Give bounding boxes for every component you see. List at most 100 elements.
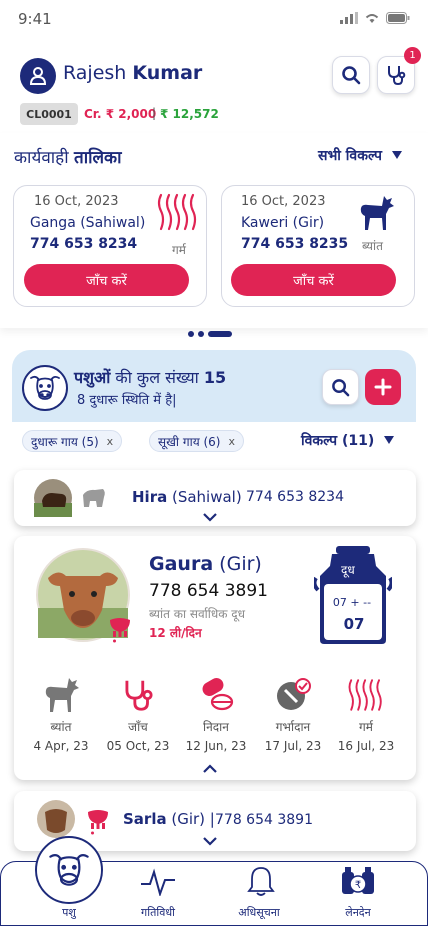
activity-icon[interactable]: [140, 868, 176, 896]
action-table-title: कार्यवाही तालिका: [14, 145, 122, 168]
animal-breed: (Gir): [166, 810, 206, 828]
options-dropdown[interactable]: विकल्प (11): [301, 431, 395, 450]
stat-date: 16 Jul, 23: [337, 739, 395, 753]
all-options-dropdown[interactable]: सभी विकल्प: [318, 146, 403, 165]
cow-face-icon: [30, 375, 60, 400]
filter-chip[interactable]: दुधारू गाय (5) x: [22, 430, 123, 452]
action-card-date: 16 Oct, 2023: [34, 194, 119, 209]
animal-name-sarla: Sarla (Gir) |: [123, 810, 215, 828]
check-button[interactable]: जाँच करें: [24, 264, 189, 296]
all-options-label: सभी विकल्प: [318, 148, 382, 164]
animal-photo-hira: [34, 479, 72, 517]
milk-can-label: दूध: [341, 563, 355, 577]
action-card-phone: 774 653 8234: [30, 236, 138, 252]
user-first-name: Rajesh: [63, 62, 127, 84]
user-last-name: Kumar: [132, 62, 203, 84]
action-title-part1: कार्यवाही: [14, 148, 69, 168]
animal-breed: (Sahiwal): [167, 488, 242, 506]
animal-name: Gaura: [149, 553, 214, 575]
nav-activity-label[interactable]: गतिविधी: [118, 905, 198, 920]
filter-chip-remove[interactable]: x: [229, 435, 236, 448]
check-button[interactable]: जाँच करें: [231, 264, 396, 296]
heat-icon: [157, 193, 197, 231]
insemination-icon: [277, 678, 311, 710]
carousel-dots[interactable]: [188, 331, 232, 337]
bell-icon[interactable]: [246, 865, 276, 897]
milk-udder-icon: [88, 810, 108, 835]
milk-can-total: 07: [343, 615, 365, 633]
action-title-part2: तालिका: [74, 148, 122, 168]
stat-diagnosis[interactable]: निदान 12 Jun, 23: [177, 676, 255, 753]
stat-label: निदान: [203, 720, 229, 734]
status-bar: 9:41: [0, 0, 428, 40]
animal-name: Sarla: [123, 810, 167, 828]
animal-breed: (Gir): [213, 553, 262, 575]
heat-icon: [348, 679, 382, 711]
calf-icon: [45, 678, 79, 712]
carousel-dot[interactable]: [188, 331, 194, 337]
filter-chip-label: दुधारू गाय (5): [31, 434, 99, 449]
milk-can-breakdown: 07 + --: [332, 596, 372, 609]
herd-cow-avatar: [22, 365, 68, 411]
stat-calving[interactable]: ब्यांत 4 Apr, 23: [22, 676, 100, 753]
stat-date: 05 Oct, 23: [106, 739, 170, 753]
status-time: 9:41: [18, 10, 52, 28]
herd-total-part2: की कुल संख्या: [110, 368, 204, 387]
peak-milk-label: ब्यांत का सर्वाधिक दूध: [149, 607, 246, 621]
stat-date: 12 Jun, 23: [185, 739, 247, 753]
svg-text:₹: ₹: [355, 880, 361, 891]
stat-date: 17 Jul, 23: [264, 739, 322, 753]
stethoscope-icon: [125, 680, 153, 711]
filter-chip-remove[interactable]: x: [107, 435, 114, 448]
header-separator: |: [152, 106, 157, 120]
balance-amount: ₹ 12,572: [160, 107, 219, 121]
animal-name: Hira: [132, 488, 168, 506]
chevron-down-icon[interactable]: [202, 512, 218, 522]
options-label: विकल्प (11): [301, 433, 375, 449]
herd-total-text: पशुओं की कुल संख्या 15: [74, 366, 226, 388]
user-avatar[interactable]: [20, 58, 56, 94]
search-button[interactable]: [332, 56, 370, 94]
nav-transaction-label[interactable]: लेनदेन: [318, 905, 398, 920]
stat-label: जाँच: [128, 720, 148, 734]
user-icon: [29, 67, 47, 85]
chevron-up-icon[interactable]: [202, 764, 218, 774]
animal-phone: 778 654 3891: [215, 812, 313, 828]
milk-transaction-icon[interactable]: ₹: [339, 864, 377, 898]
action-card-date: 16 Oct, 2023: [241, 194, 326, 209]
animal-name-gaura: Gaura (Gir): [149, 553, 262, 575]
herd-search-button[interactable]: [322, 369, 359, 405]
filter-chip-label: सूखी गाय (6): [158, 434, 221, 449]
nav-notification-label[interactable]: अधिसूचना: [219, 905, 299, 920]
cow-icon: [49, 854, 89, 886]
stat-heat[interactable]: गर्म 16 Jul, 23: [327, 676, 405, 753]
animal-name-hira: Hira (Sahiwal): [132, 488, 242, 506]
calf-icon: [360, 196, 394, 230]
carousel-dot-active[interactable]: [208, 331, 232, 337]
stat-label: ब्यांत: [50, 720, 72, 734]
battery-icon: [386, 12, 410, 24]
filter-chip[interactable]: सूखी गाय (6) x: [149, 430, 245, 452]
action-card-phone: 774 653 8235: [241, 236, 349, 252]
credit-amount: Cr. ₹ 2,000: [84, 107, 157, 121]
search-icon: [342, 66, 361, 85]
nav-animals-label[interactable]: पशु: [29, 905, 109, 920]
status-icons: [340, 12, 410, 24]
stethoscope-icon: [388, 66, 406, 86]
user-name: Rajesh Kumar: [63, 62, 202, 84]
chevron-down-icon[interactable]: [202, 836, 218, 846]
herd-total-count: 15: [203, 368, 227, 387]
stat-checkup[interactable]: जाँच 05 Oct, 23: [99, 676, 177, 753]
action-card-status: गर्म: [172, 243, 186, 257]
animal-phone: 774 653 8234: [246, 489, 344, 505]
animal-photo-sarla: [37, 800, 75, 838]
notification-badge: 1: [404, 47, 421, 64]
action-card-name: Kaweri (Gir): [241, 215, 325, 231]
add-animal-button[interactable]: [365, 369, 401, 405]
stat-insemination[interactable]: गर्भादान 17 Jul, 23: [254, 676, 332, 753]
animal-separator: |: [205, 810, 215, 828]
peak-milk-value: 12 ली/दिन: [149, 626, 202, 640]
carousel-dot[interactable]: [198, 331, 204, 337]
nav-animals-button[interactable]: [35, 836, 103, 904]
dry-cow-icon: [83, 489, 105, 507]
